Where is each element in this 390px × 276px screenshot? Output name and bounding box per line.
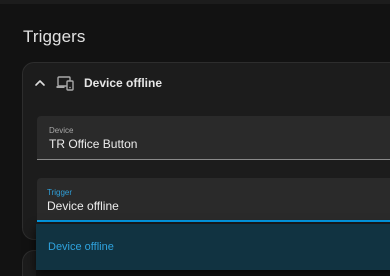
chevron-up-icon[interactable] (34, 77, 46, 89)
trigger-card-title: Device offline (84, 76, 163, 90)
trigger-card: Device offline Device TR Office Button T… (22, 62, 390, 240)
devices-icon (56, 76, 74, 91)
trigger-field-label: Trigger (47, 188, 73, 197)
top-bar-edge (0, 0, 390, 4)
section-title: Triggers (23, 27, 86, 46)
trigger-field-value[interactable]: Device offline (47, 199, 119, 213)
device-field[interactable]: Device TR Office Button (37, 116, 390, 160)
next-card-edge (22, 250, 36, 276)
automation-editor: Triggers Device offline Device TR Office… (0, 0, 390, 276)
device-field-value[interactable]: TR Office Button (49, 137, 137, 151)
trigger-card-header[interactable]: Device offline (23, 63, 390, 103)
dropdown-option-label: Device offline (48, 241, 114, 253)
dropdown-option-device-offline[interactable]: Device offline (36, 224, 390, 270)
device-field-label: Device (49, 126, 74, 135)
trigger-dropdown-menu: Device offline (36, 224, 390, 270)
trigger-field[interactable]: Trigger Device offline (37, 178, 390, 222)
